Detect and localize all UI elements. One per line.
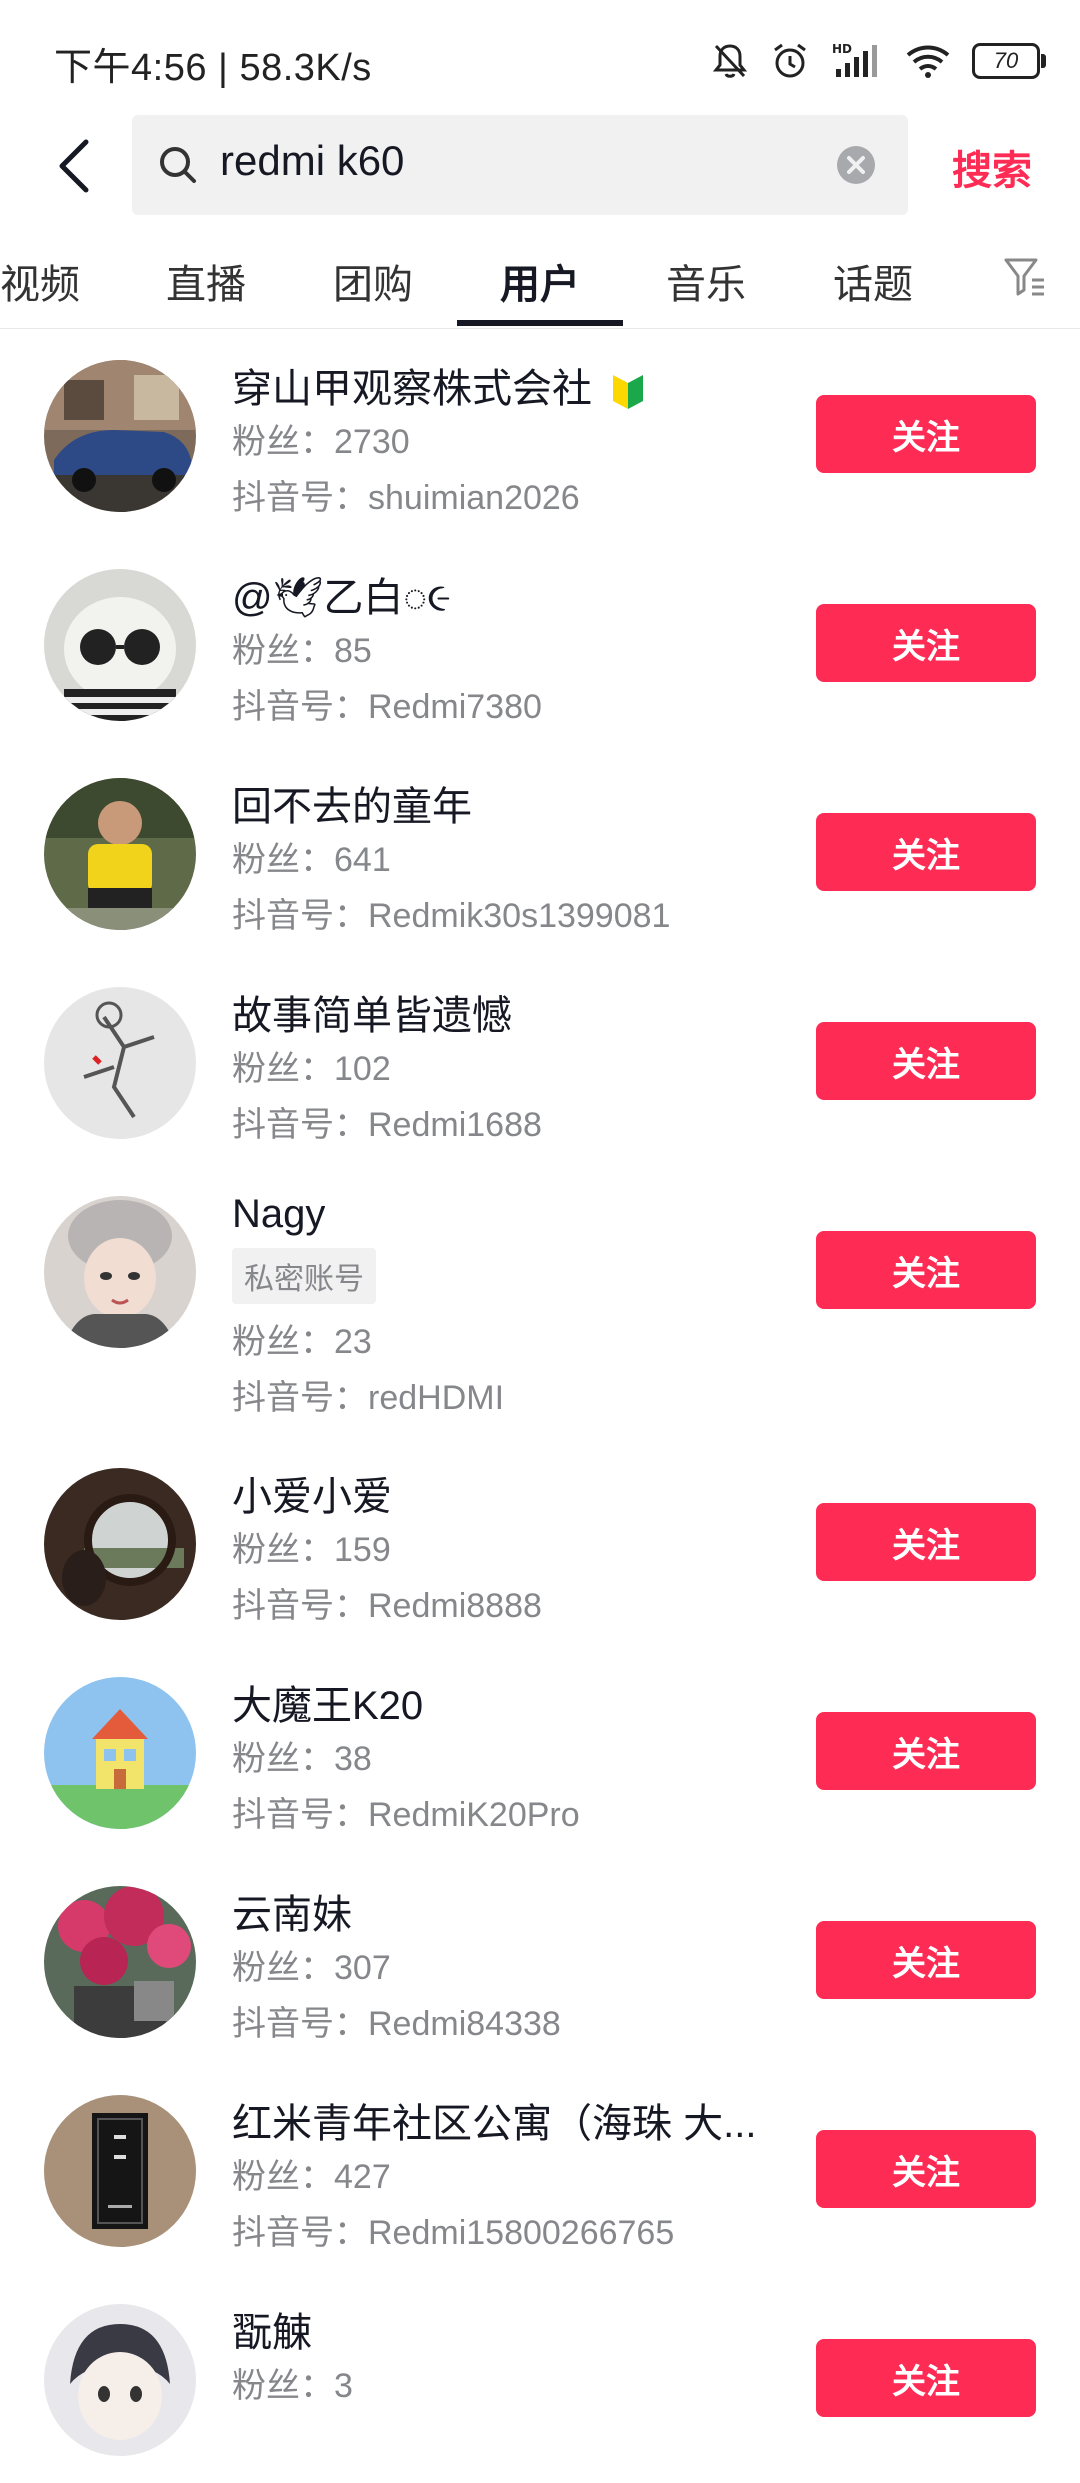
tab-topics[interactable]: 话题 xyxy=(790,252,956,310)
search-bar: redmi k60 搜索 xyxy=(0,110,1080,220)
tab-live[interactable]: 直播 xyxy=(123,252,289,310)
list-item[interactable]: 云南妹 粉丝：307 抖音号：Redmi84338 关注 xyxy=(0,1856,1080,2065)
douyin-id: 抖音号：Redmi7380 xyxy=(232,688,542,726)
hd-signal-icon: HD xyxy=(832,42,877,77)
follow-button[interactable]: 关注 xyxy=(816,1503,1036,1581)
fan-count: 粉丝：427 xyxy=(232,2158,391,2196)
user-name[interactable]: 回不去的童年 xyxy=(232,774,472,832)
list-item[interactable]: 回不去的童年 粉丝：641 抖音号：Redmik30s1399081 关注 xyxy=(0,748,1080,957)
user-name[interactable]: 故事简单皆遗憾 xyxy=(232,983,512,1041)
fan-count: 粉丝：23 xyxy=(232,1323,372,1361)
user-name[interactable]: Nagy xyxy=(232,1192,325,1237)
search-button[interactable]: 搜索 xyxy=(952,138,1032,196)
active-tab-indicator xyxy=(457,320,623,326)
fan-count: 粉丝：159 xyxy=(232,1531,391,1569)
follow-button[interactable]: 关注 xyxy=(816,1022,1036,1100)
wifi-icon xyxy=(906,45,950,78)
avatar[interactable] xyxy=(44,360,196,512)
avatar[interactable] xyxy=(44,1468,196,1620)
avatar[interactable] xyxy=(44,1196,196,1348)
list-item[interactable]: @🕊乙白◌૯ 粉丝：85 抖音号：Redmi7380 关注 xyxy=(0,539,1080,748)
tab-music[interactable]: 音乐 xyxy=(623,252,789,310)
search-icon xyxy=(160,147,196,183)
douyin-id: 抖音号：Redmik30s1399081 xyxy=(232,897,671,935)
follow-button[interactable]: 关注 xyxy=(816,1712,1036,1790)
douyin-id: 抖音号：Redmi8888 xyxy=(232,1587,542,1625)
clear-search-icon[interactable] xyxy=(836,145,876,185)
avatar[interactable] xyxy=(44,2095,196,2247)
filter-icon[interactable] xyxy=(1002,254,1046,298)
user-name[interactable]: @🕊乙白◌૯ xyxy=(232,565,451,623)
fan-count: 粉丝：38 xyxy=(232,1740,372,1778)
back-arrow-icon[interactable] xyxy=(48,134,104,198)
user-name[interactable]: 大魔王K20 xyxy=(232,1673,423,1731)
search-input[interactable]: redmi k60 xyxy=(132,115,908,215)
follow-button[interactable]: 关注 xyxy=(816,813,1036,891)
status-time-speed: 下午4:56 | 58.3K/s xyxy=(54,47,372,89)
douyin-id: 抖音号：Redmi1688 xyxy=(232,1106,542,1144)
user-name[interactable]: 红米青年社区公寓（海珠 大... xyxy=(232,2091,756,2149)
private-account-badge: 私密账号 xyxy=(232,1248,376,1304)
douyin-id: 抖音号：shuimian2026 xyxy=(232,479,580,517)
follow-button[interactable]: 关注 xyxy=(816,2339,1036,2417)
follow-button[interactable]: 关注 xyxy=(816,1921,1036,1999)
tab-video[interactable]: 视频 xyxy=(0,252,123,310)
avatar[interactable] xyxy=(44,569,196,721)
list-item[interactable]: 小爱小爱 粉丝：159 抖音号：Redmi8888 关注 xyxy=(0,1438,1080,1647)
alarm-icon xyxy=(774,43,806,78)
douyin-id: 抖音号：redHDMI xyxy=(232,1379,505,1417)
battery-level: 70 xyxy=(993,48,1019,73)
douyin-id: 抖音号：Redmi15800266765 xyxy=(232,2214,675,2252)
avatar[interactable] xyxy=(44,1886,196,2038)
follow-button[interactable]: 关注 xyxy=(816,604,1036,682)
douyin-id: 抖音号：RedmiK20Pro xyxy=(232,1796,580,1834)
fan-count: 粉丝：102 xyxy=(232,1050,391,1088)
tab-users[interactable]: 用户 xyxy=(457,252,623,310)
list-item[interactable]: 穿山甲观察株式会社 粉丝：2730 抖音号：shuimian2026 关注 xyxy=(0,330,1080,539)
follow-button[interactable]: 关注 xyxy=(816,395,1036,473)
tab-group-buy[interactable]: 团购 xyxy=(290,252,456,310)
fan-count: 粉丝：641 xyxy=(232,841,391,879)
fan-count: 粉丝：2730 xyxy=(232,423,410,461)
fan-count: 粉丝：307 xyxy=(232,1949,391,1987)
user-name[interactable]: 小爱小爱 xyxy=(232,1464,392,1522)
avatar[interactable] xyxy=(44,778,196,930)
search-query: redmi k60 xyxy=(220,137,405,184)
svg-text:HD: HD xyxy=(832,42,852,56)
list-item[interactable]: 翫觫 粉丝：3 关注 xyxy=(0,2274,1080,2483)
beginner-badge-icon xyxy=(613,375,644,410)
avatar[interactable] xyxy=(44,2304,196,2456)
user-name[interactable]: 翫觫 xyxy=(232,2300,312,2358)
follow-button[interactable]: 关注 xyxy=(816,2130,1036,2208)
status-bar: 下午4:56 | 58.3K/s HD 70 xyxy=(0,0,1080,110)
avatar[interactable] xyxy=(44,987,196,1139)
avatar[interactable] xyxy=(44,1677,196,1829)
status-icons: HD 70 xyxy=(712,36,1046,86)
list-item[interactable]: 故事简单皆遗憾 粉丝：102 抖音号：Redmi1688 关注 xyxy=(0,957,1080,1166)
user-name[interactable]: 云南妹 xyxy=(232,1882,352,1940)
fan-count: 粉丝：85 xyxy=(232,632,372,670)
user-name[interactable]: 穿山甲观察株式会社 xyxy=(232,356,645,414)
result-tabs: 视频 直播 团购 用户 音乐 话题 xyxy=(0,232,1080,329)
follow-button[interactable]: 关注 xyxy=(816,1231,1036,1309)
list-item[interactable]: 红米青年社区公寓（海珠 大... 粉丝：427 抖音号：Redmi1580026… xyxy=(0,2065,1080,2274)
mute-bell-icon xyxy=(712,44,748,78)
list-item[interactable]: Nagy 私密账号 粉丝：23 抖音号：redHDMI 关注 xyxy=(0,1166,1080,1438)
douyin-id: 抖音号：Redmi84338 xyxy=(232,2005,561,2043)
list-item[interactable]: 大魔王K20 粉丝：38 抖音号：RedmiK20Pro 关注 xyxy=(0,1647,1080,1856)
battery-icon: 70 xyxy=(972,43,1046,79)
